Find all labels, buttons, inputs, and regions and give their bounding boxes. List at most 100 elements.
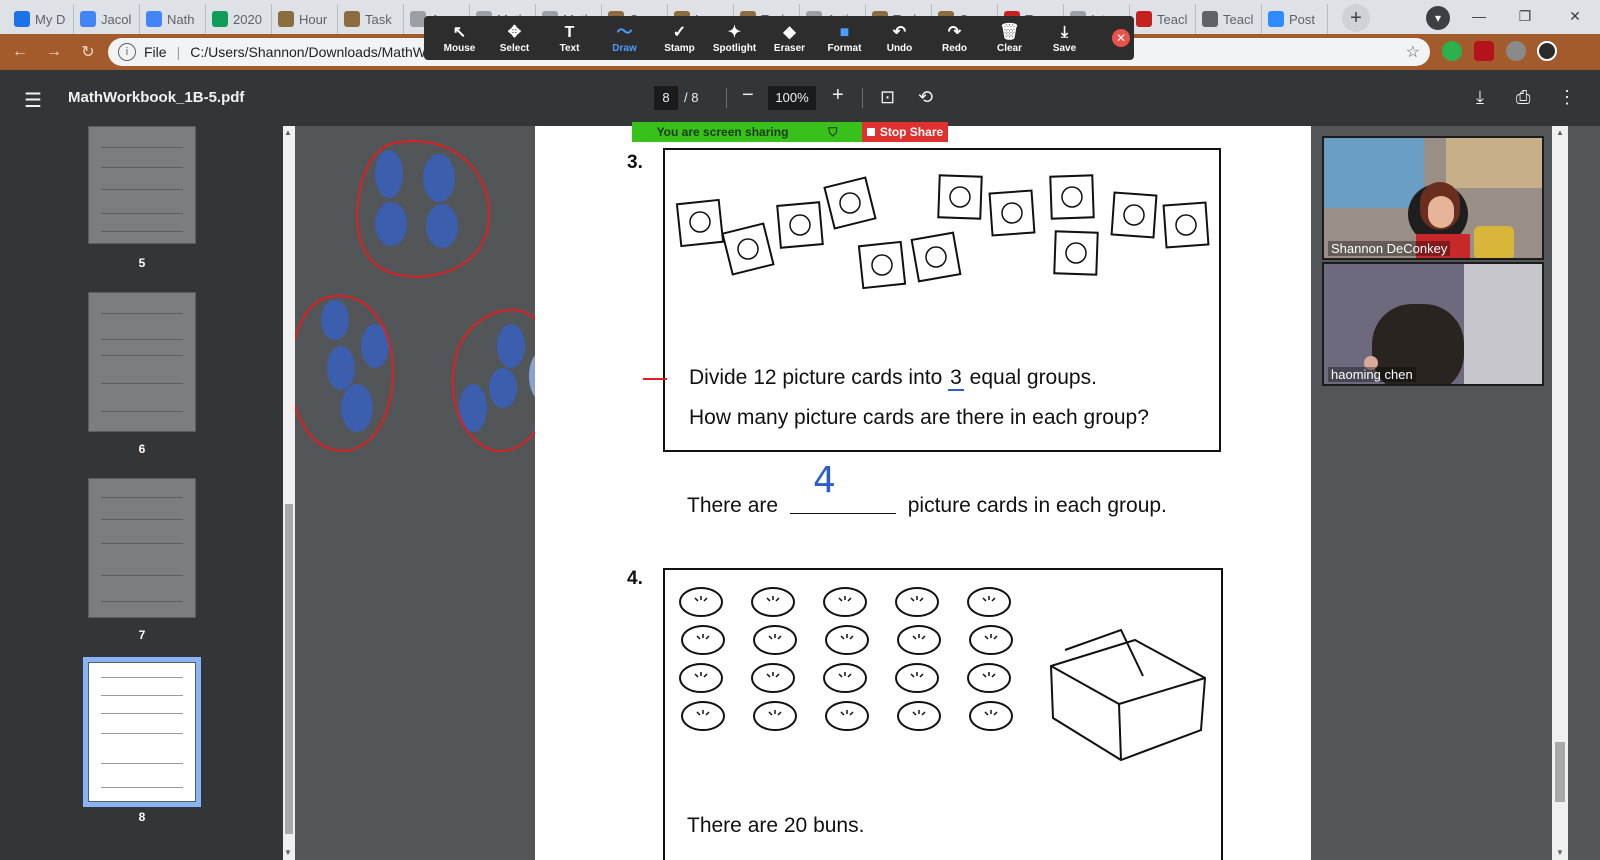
annotation-tool-label: Clear — [996, 42, 1022, 54]
tab-search-icon[interactable]: ▾ — [1426, 6, 1450, 30]
participant-name: Shannon DeConkey — [1328, 241, 1451, 256]
annotation-tool-spotlight[interactable]: ✦ Spotlight — [707, 16, 762, 60]
minimize-icon[interactable]: — — [1456, 0, 1502, 32]
stamp-check-icon: ✓ — [672, 23, 687, 41]
scroll-up-icon[interactable]: ▲ — [1556, 128, 1564, 137]
question-4-line-1: There are 20 buns. — [687, 814, 865, 837]
annotation-tool-mouse[interactable]: ↖ Mouse — [432, 16, 487, 60]
scroll-down-icon[interactable]: ▼ — [1556, 848, 1564, 857]
reload-icon[interactable]: ↻ — [74, 38, 102, 66]
browser-tab[interactable]: Teacl — [1196, 4, 1262, 34]
eraser-icon: ◆ — [783, 23, 796, 41]
hamburger-menu-icon[interactable]: ☰ — [24, 88, 42, 113]
bun-icon — [753, 625, 797, 655]
thumbnail-page-5[interactable] — [88, 126, 196, 244]
thumbnail-page-6[interactable] — [88, 292, 196, 432]
zoom-level-input[interactable]: 100% — [768, 86, 816, 110]
annotation-tool-select[interactable]: ✥ Select — [487, 16, 542, 60]
browser-tab-label: Teacl — [1223, 11, 1254, 27]
select-move-icon: ✥ — [507, 23, 522, 41]
question-3-answer-line: There are picture cards in each group. — [687, 494, 1167, 518]
bun-icon — [825, 625, 869, 655]
annotation-tool-label: Redo — [942, 42, 967, 54]
answer-blank[interactable] — [789, 513, 896, 514]
thumbnail-label: 6 — [138, 442, 146, 456]
url-path: C:/Users/Shannon/Downloads/MathWo — [190, 44, 434, 60]
print-icon[interactable]: ⎙ — [1516, 87, 1530, 108]
browser-tab[interactable]: Post — [1262, 4, 1328, 34]
browser-tab[interactable]: Jacol — [74, 4, 140, 34]
sidebar-scrollbar[interactable]: ▲ ▼ — [283, 126, 295, 860]
thumbnail-label: 5 — [138, 256, 146, 270]
participant-video-2[interactable]: haoming chen — [1322, 262, 1544, 386]
bun-icon — [679, 587, 723, 617]
bun-icon — [823, 663, 867, 693]
extensions-puzzle-icon[interactable] — [1506, 41, 1526, 61]
pdf-viewer-header: ☰ MathWorkbook_1B-5.pdf 8 / 8 − 100% + ⊡… — [0, 70, 1600, 126]
save-download-icon: ⤓ — [1060, 23, 1069, 41]
page-scrollbar[interactable]: ▲ ▼ — [1552, 126, 1568, 860]
tab-icon — [1136, 11, 1152, 27]
stop-share-label: Stop Share — [879, 125, 944, 139]
info-icon[interactable]: i — [118, 43, 136, 61]
rotate-icon[interactable]: ⟲ — [918, 87, 933, 108]
zoom-in-button[interactable]: + — [832, 84, 844, 107]
bun-icon — [681, 701, 725, 731]
new-tab-button[interactable]: + — [1342, 4, 1370, 32]
fit-page-icon[interactable]: ⊡ — [880, 87, 895, 108]
bun-icon — [895, 587, 939, 617]
header-divider — [726, 88, 727, 108]
zoom-out-button[interactable]: − — [742, 84, 754, 107]
ublock-extension-icon[interactable] — [1474, 41, 1494, 61]
profile-avatar[interactable] — [1537, 41, 1557, 61]
header-divider — [862, 88, 863, 108]
q3-groups-number: 3 — [948, 366, 964, 391]
download-icon[interactable]: ⤓ — [1476, 87, 1484, 108]
browser-tab-label: Hour — [299, 11, 328, 27]
close-annotation-icon[interactable]: ✕ — [1112, 29, 1130, 47]
annotation-tool-format[interactable]: ■ Format — [817, 16, 872, 60]
bun-icon — [751, 663, 795, 693]
scroll-up-icon[interactable]: ▲ — [284, 128, 292, 137]
browser-tab[interactable]: Nath — [140, 4, 206, 34]
restore-icon[interactable]: ❐ — [1502, 0, 1548, 32]
stop-share-button[interactable]: Stop Share — [862, 122, 948, 142]
annotation-tool-redo[interactable]: ↷ Redo — [927, 16, 982, 60]
extension-green-icon[interactable] — [1442, 41, 1462, 61]
question-4-box: There are 20 buns. — [663, 568, 1223, 860]
page-number-input[interactable]: 8 — [654, 86, 678, 110]
annotation-tool-label: Stamp — [664, 42, 695, 54]
annotation-tool-clear[interactable]: 🗑 Clear — [982, 16, 1037, 60]
participant-video-1[interactable]: Shannon DeConkey — [1322, 136, 1544, 260]
annotation-tool-save[interactable]: ⤓ Save — [1037, 16, 1092, 60]
tab-icon — [1202, 11, 1218, 27]
back-icon[interactable]: ← — [6, 38, 34, 66]
forward-icon[interactable]: → — [40, 38, 68, 66]
participant-name: haoming chen — [1328, 367, 1416, 382]
scrollbar-thumb[interactable] — [1555, 742, 1565, 802]
browser-tab[interactable]: Hour — [272, 4, 338, 34]
browser-tab[interactable]: Task — [338, 4, 404, 34]
scrollbar-thumb[interactable] — [285, 504, 293, 834]
thumbnail-page-7[interactable] — [88, 478, 196, 618]
bookmark-star-icon[interactable]: ☆ — [1406, 42, 1420, 62]
annotation-tool-undo[interactable]: ↶ Undo — [872, 16, 927, 60]
annotation-tool-stamp[interactable]: ✓ Stamp — [652, 16, 707, 60]
thumbnail-label: 7 — [138, 628, 146, 642]
thumbnail-page-8[interactable] — [83, 657, 201, 807]
annotation-tool-eraser[interactable]: ◆ Eraser — [762, 16, 817, 60]
sheets-icon — [212, 11, 228, 27]
browser-tab[interactable]: My D — [8, 4, 74, 34]
red-pointer-mark — [643, 378, 667, 380]
browser-tab[interactable]: 2020 — [206, 4, 272, 34]
q3-answer-pre: There are — [687, 494, 779, 517]
close-window-icon[interactable]: ✕ — [1552, 0, 1598, 32]
annotation-tool-label: Mouse — [443, 42, 476, 54]
annotation-tool-draw[interactable]: 〜 Draw — [597, 16, 652, 60]
annotation-tool-text[interactable]: T Text — [542, 16, 597, 60]
more-options-icon[interactable]: ⋮ — [1558, 87, 1576, 108]
browser-tab[interactable]: Teacl — [1130, 4, 1196, 34]
docs-icon — [80, 11, 96, 27]
draw-pen-icon: 〜 — [616, 23, 633, 41]
scroll-down-icon[interactable]: ▼ — [284, 848, 292, 857]
